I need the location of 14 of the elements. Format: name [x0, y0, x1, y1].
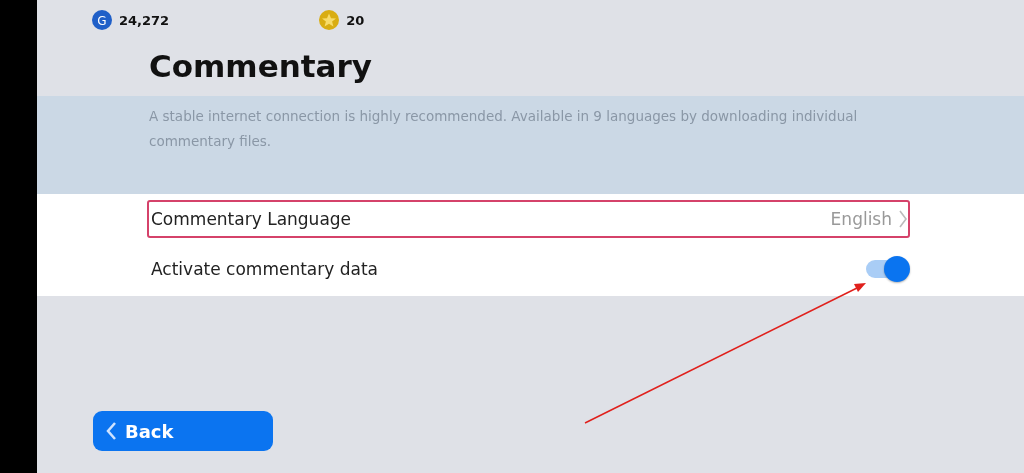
description-text: A stable internet connection is highly recommended. Available in 9 languages by downloading individual commentary files. — [149, 107, 859, 151]
currency-amount: 24,272 — [119, 12, 170, 28]
setting-value: English — [830, 209, 892, 229]
back-button[interactable]: Back — [93, 411, 273, 451]
coin-icon: G — [92, 10, 112, 30]
setting-label: Commentary Language — [151, 209, 352, 229]
chevron-right-icon — [898, 209, 908, 229]
setting-row[interactable]: Activate commentary data — [147, 250, 910, 288]
currency-amount: 20 — [346, 12, 365, 28]
setting-label: Activate commentary data — [151, 259, 378, 279]
star-coin-icon — [319, 10, 340, 30]
chevron-left-icon — [105, 421, 117, 441]
page-title: Commentary — [149, 47, 373, 86]
setting-row[interactable]: Commentary Language English — [147, 200, 910, 238]
